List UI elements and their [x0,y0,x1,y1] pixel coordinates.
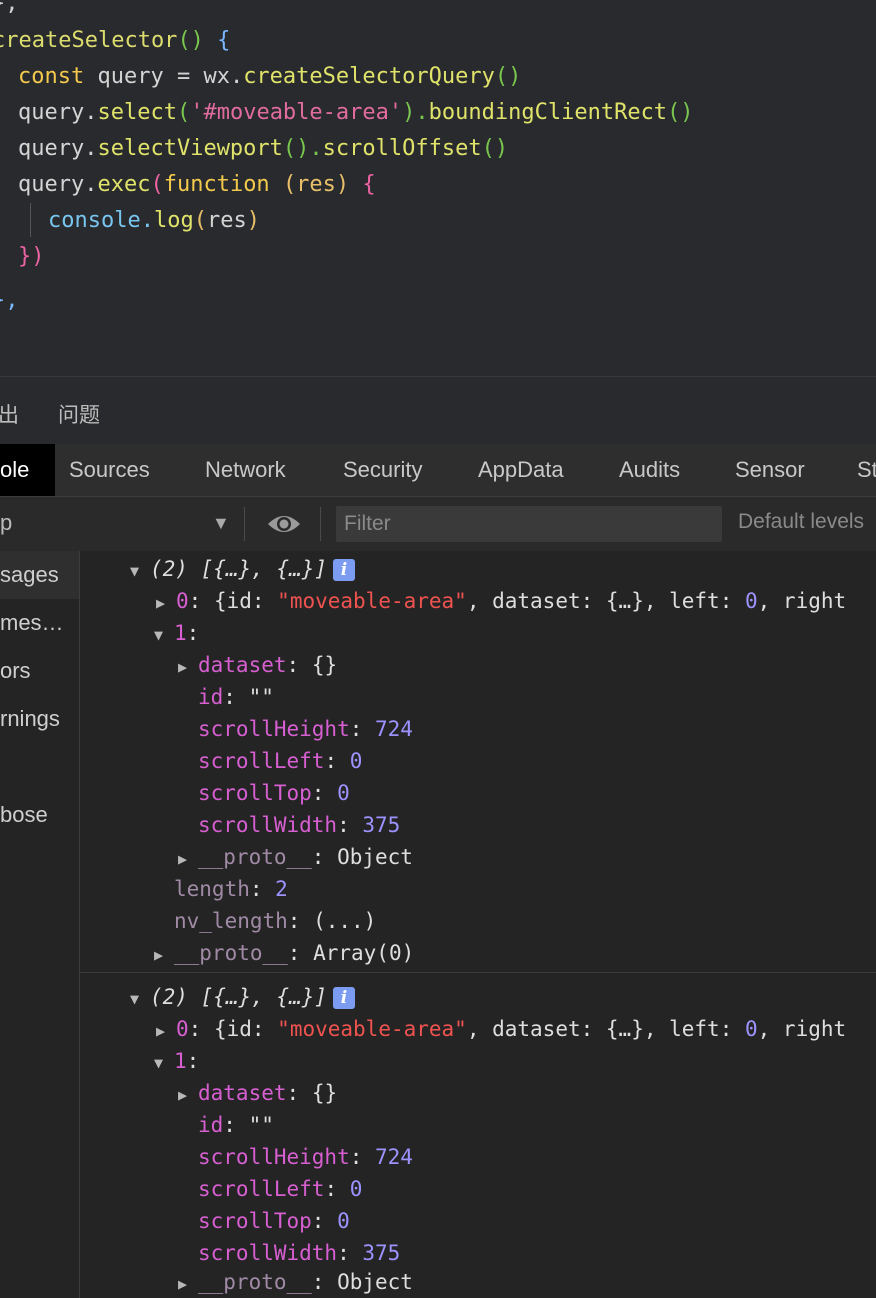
dropdown-arrow-icon: ▼ [212,513,230,533]
message-divider [80,972,876,973]
object-property: id: "" [198,685,274,709]
object-property[interactable]: ▶ __proto__: Object [178,1266,413,1298]
array-item[interactable]: ▼ 1: [154,617,199,651]
code-line: query.selectViewport().scrollOffset() [18,136,509,161]
panel-tab-bar: 出 问题 [0,376,876,445]
array-item[interactable]: ▼ 1: [154,1045,199,1079]
code-line: console.log(res) [48,208,260,233]
array-length: length: 2 [174,877,288,901]
context-value: p [0,510,13,535]
object-property: scrollTop: 0 [198,1209,350,1233]
tab-sensor[interactable]: Sensor [735,444,805,496]
array-proto[interactable]: ▶ __proto__: Array(0) [154,937,414,971]
expand-triangle-icon[interactable]: ▼ [154,1047,174,1079]
info-icon[interactable]: i [333,559,356,581]
console-output[interactable]: ▼ (2) [{…}, {…}] i ▶ 0: {id: "moveable-area… [80,551,876,1298]
code-line: }, [0,0,19,16]
eye-icon[interactable] [266,510,302,538]
tab-storage[interactable]: St [857,444,876,496]
code-line: createSelector() { [0,28,231,53]
object-property[interactable]: ▶ dataset: {} [178,1077,337,1111]
tab-audits[interactable]: Audits [619,444,680,496]
sidebar-item-warnings[interactable]: rnings [0,695,79,743]
code-line: }) [18,244,45,269]
object-property: scrollWidth: 375 [198,1241,401,1265]
tab-problems[interactable]: 问题 [58,399,100,429]
context-selector[interactable]: p ▼ [0,497,240,551]
console-sidebar: sages mes… ors rnings bose [0,551,80,1298]
code-line: query.exec(function (res) { [18,172,376,197]
object-property: scrollTop: 0 [198,781,350,805]
code-line: query.select('#moveable-area').boundingC… [18,100,694,125]
info-icon[interactable]: i [333,987,356,1009]
object-property[interactable]: ▶ dataset: {} [178,649,337,683]
object-property[interactable]: ▶ __proto__: Object [178,841,413,875]
console-toolbar: p ▼ Default levels [0,497,876,552]
filter-input[interactable] [336,506,722,542]
object-property: scrollLeft: 0 [198,1177,363,1201]
code-line: }, [0,288,19,313]
sidebar-item-verbose[interactable]: bose [0,791,79,839]
array-property[interactable]: nv_length: (...) [174,905,376,937]
collapse-triangle-icon[interactable]: ▶ [156,1015,176,1047]
log-levels-dropdown[interactable]: Default levels [738,510,864,534]
object-property: scrollWidth: 375 [198,813,401,837]
tab-network[interactable]: Network [205,444,286,496]
sidebar-item-errors[interactable]: ors [0,647,79,695]
tab-security[interactable]: Security [343,444,422,496]
code-editor[interactable]: }, createSelector() { const query = wx.c… [0,0,876,376]
tab-console[interactable]: ole [0,444,56,496]
collapse-triangle-icon[interactable]: ▶ [154,939,174,971]
object-property: scrollLeft: 0 [198,749,363,773]
collapse-triangle-icon[interactable]: ▶ [178,651,198,683]
object-property: scrollHeight: 724 [198,1145,413,1169]
expand-triangle-icon[interactable]: ▼ [130,983,150,1015]
object-property: id: "" [198,1113,274,1137]
toolbar-divider [244,507,245,541]
collapse-triangle-icon[interactable]: ▶ [178,1079,198,1111]
tab-appdata[interactable]: AppData [478,444,564,496]
console-message-summary[interactable]: ▼ (2) [{…}, {…}] i [130,553,356,587]
toolbar-divider [320,507,321,541]
sidebar-item-info[interactable] [0,743,79,791]
array-item[interactable]: ▶ 0: {id: "moveable-area", dataset: {…}, … [156,1013,846,1047]
tab-output[interactable]: 出 [0,399,19,429]
tab-sources[interactable]: Sources [69,444,150,496]
devtools-tab-bar: ole Sources Network Security AppData Aud… [0,444,876,497]
sidebar-item-user-messages[interactable]: mes… [0,599,79,647]
console-message-summary[interactable]: ▼ (2) [{…}, {…}] i [130,981,356,1015]
collapse-triangle-icon[interactable]: ▶ [178,1268,198,1298]
object-property: scrollHeight: 724 [198,717,413,741]
expand-triangle-icon[interactable]: ▼ [130,555,150,587]
expand-triangle-icon[interactable]: ▼ [154,619,174,651]
collapse-triangle-icon[interactable]: ▶ [156,587,176,619]
array-item[interactable]: ▶ 0: {id: "moveable-area", dataset: {…}, … [156,585,846,619]
indent-guide [30,203,31,237]
code-line: const query = wx.createSelectorQuery() [18,64,522,89]
collapse-triangle-icon[interactable]: ▶ [178,843,198,875]
sidebar-item-messages[interactable]: sages [0,551,79,599]
